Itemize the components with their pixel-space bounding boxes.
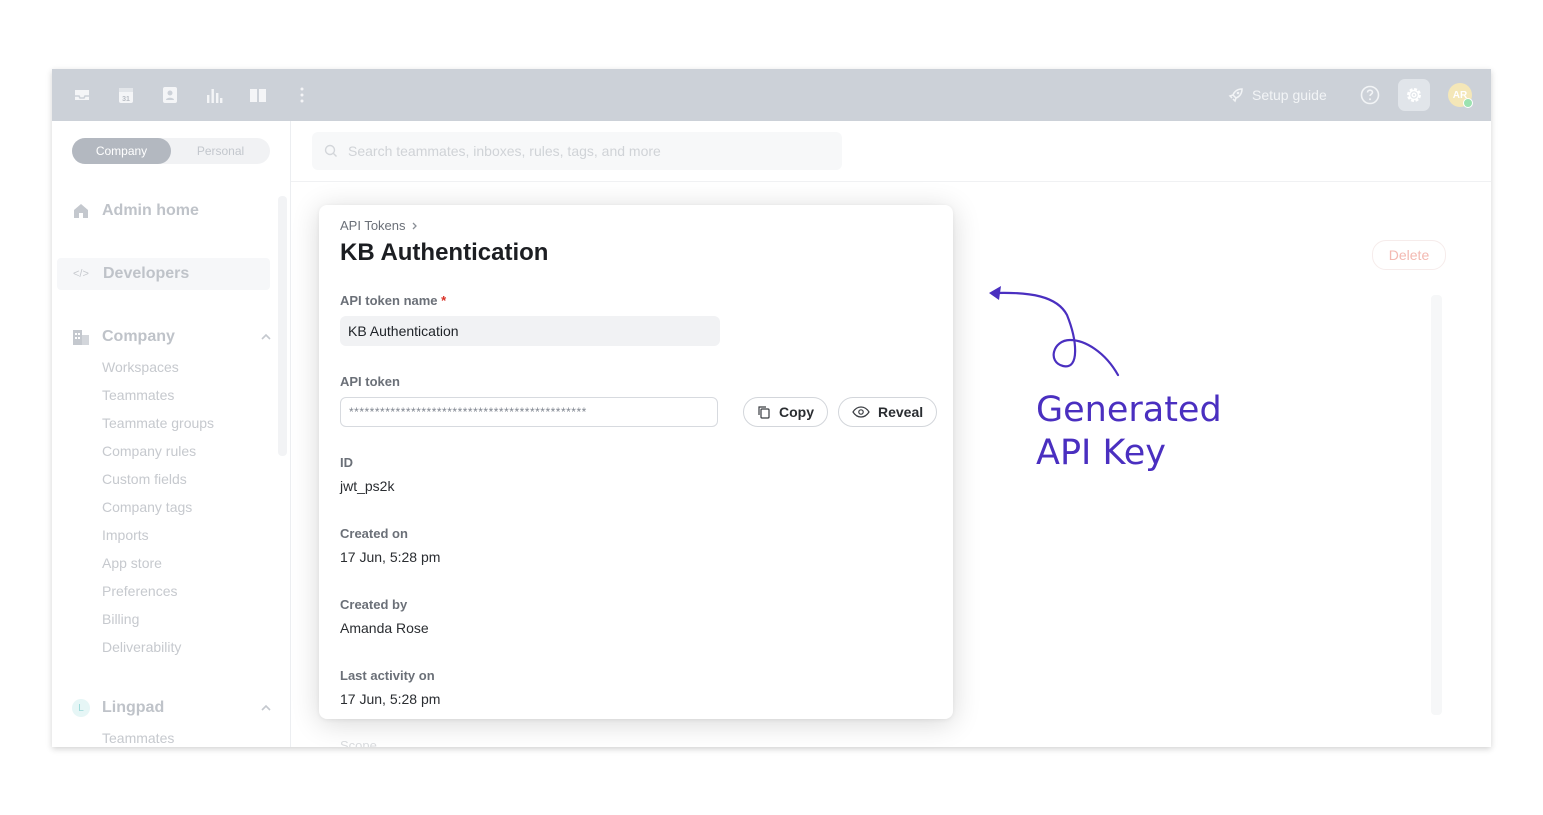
sidebar-item-company-rules[interactable]: Company rules <box>102 443 196 459</box>
calendar-icon[interactable]: 31 <box>116 85 136 105</box>
rocket-icon <box>1228 88 1243 103</box>
created-on-label: Created on <box>340 526 408 541</box>
search-icon <box>324 144 337 157</box>
sidebar-item-label: Admin home <box>102 202 199 219</box>
created-on-value: 17 Jun, 5:28 pm <box>340 549 441 565</box>
building-icon <box>73 330 89 345</box>
chevron-right-icon <box>412 222 417 229</box>
required-mark: * <box>441 293 447 308</box>
contacts-icon[interactable] <box>160 85 180 105</box>
analytics-icon[interactable] <box>204 85 224 105</box>
page-title: KB Authentication <box>340 239 549 266</box>
created-by-value: Amanda Rose <box>340 620 429 636</box>
svg-text:31: 31 <box>122 96 130 103</box>
search-placeholder: Search teammates, inboxes, rules, tags, … <box>348 143 661 159</box>
sidebar-section-company[interactable]: Company <box>72 325 272 349</box>
delete-button[interactable]: Delete <box>1372 240 1446 270</box>
last-activity-value: 17 Jun, 5:28 pm <box>340 691 441 707</box>
gear-icon <box>1407 88 1421 102</box>
id-value: jwt_ps2k <box>340 478 395 494</box>
last-activity-label: Last activity on <box>340 668 435 683</box>
api-token-name-label: API token name * <box>340 293 446 308</box>
tab-company[interactable]: Company <box>72 138 171 164</box>
sidebar-item-billing[interactable]: Billing <box>102 611 139 627</box>
reveal-button[interactable]: Reveal <box>838 397 938 427</box>
online-status-dot <box>1463 98 1473 108</box>
annotation-arrow-icon <box>989 286 1120 377</box>
help-icon[interactable] <box>1359 84 1381 111</box>
sidebar-item-teammates[interactable]: Teammates <box>102 387 174 403</box>
sidebar-item-imports[interactable]: Imports <box>102 527 149 543</box>
created-by-label: Created by <box>340 597 408 612</box>
sidebar-item-workspaces[interactable]: Workspaces <box>102 359 179 375</box>
breadcrumb[interactable]: API Tokens <box>340 218 420 233</box>
code-icon: </> <box>73 268 89 280</box>
sidebar-section-workspace[interactable]: L Lingpad <box>72 696 272 720</box>
reveal-label: Reveal <box>878 404 924 420</box>
sidebar-section-label: Lingpad <box>102 699 165 716</box>
sidebar-item-deliverability[interactable]: Deliverability <box>102 639 181 655</box>
divider <box>291 181 1491 182</box>
sidebar-item-admin-home[interactable]: Admin home <box>72 199 199 223</box>
sidebar-item-teammate-groups[interactable]: Teammate groups <box>102 415 214 431</box>
sidebar-scrollbar[interactable] <box>278 196 287 456</box>
field-label: API token name <box>340 293 438 308</box>
sidebar-item-custom-fields[interactable]: Custom fields <box>102 471 187 487</box>
api-token-label: API token <box>340 374 400 389</box>
sidebar-item-company-tags[interactable]: Company tags <box>102 499 192 515</box>
id-label: ID <box>340 455 353 470</box>
sidebar-section-label: Company <box>102 328 175 345</box>
tab-personal[interactable]: Personal <box>171 138 270 164</box>
home-icon <box>74 204 88 218</box>
copy-button[interactable]: Copy <box>743 397 828 427</box>
annotation-text: Generated API Key <box>1036 389 1222 475</box>
workspace-badge: L <box>72 699 90 717</box>
eye-icon <box>852 406 870 418</box>
inbox-icon[interactable] <box>72 85 92 105</box>
api-token-name-input[interactable] <box>340 316 720 346</box>
breadcrumb-api-tokens[interactable]: API Tokens <box>340 218 406 233</box>
knowledge-base-icon[interactable] <box>248 85 268 105</box>
company-personal-toggle: Company Personal <box>72 138 270 164</box>
api-token-detail-card: API Tokens KB Authentication API token n… <box>319 205 953 719</box>
annotation-line-2: API Key <box>1036 433 1166 473</box>
copy-icon <box>758 406 770 419</box>
annotation-line-1: Generated <box>1036 390 1222 430</box>
sidebar-item-workspace-teammates[interactable]: Teammates <box>102 730 174 746</box>
chevron-up-icon[interactable] <box>260 702 272 714</box>
sidebar-item-preferences[interactable]: Preferences <box>102 583 177 599</box>
sidebar-item-label: Developers <box>103 265 190 282</box>
sidebar-item-developers[interactable]: </> Developers <box>57 258 270 290</box>
setup-guide-label: Setup guide <box>1252 87 1327 103</box>
settings-button[interactable] <box>1398 79 1430 111</box>
search-field[interactable]: Search teammates, inboxes, rules, tags, … <box>312 132 842 170</box>
sidebar: Company Personal Admin home </> Develope… <box>52 121 291 747</box>
scope-label: Scope <box>340 738 377 747</box>
main-scrollbar[interactable] <box>1431 295 1442 715</box>
chevron-up-icon[interactable] <box>260 331 272 343</box>
copy-label: Copy <box>779 404 814 420</box>
api-token-field[interactable] <box>340 397 718 427</box>
avatar[interactable]: AR <box>1448 83 1473 108</box>
setup-guide-button[interactable]: Setup guide <box>1228 84 1327 106</box>
sidebar-item-app-store[interactable]: App store <box>102 555 162 571</box>
top-bar: 31 Setup guide AR <box>52 69 1491 121</box>
more-icon[interactable] <box>292 85 312 105</box>
